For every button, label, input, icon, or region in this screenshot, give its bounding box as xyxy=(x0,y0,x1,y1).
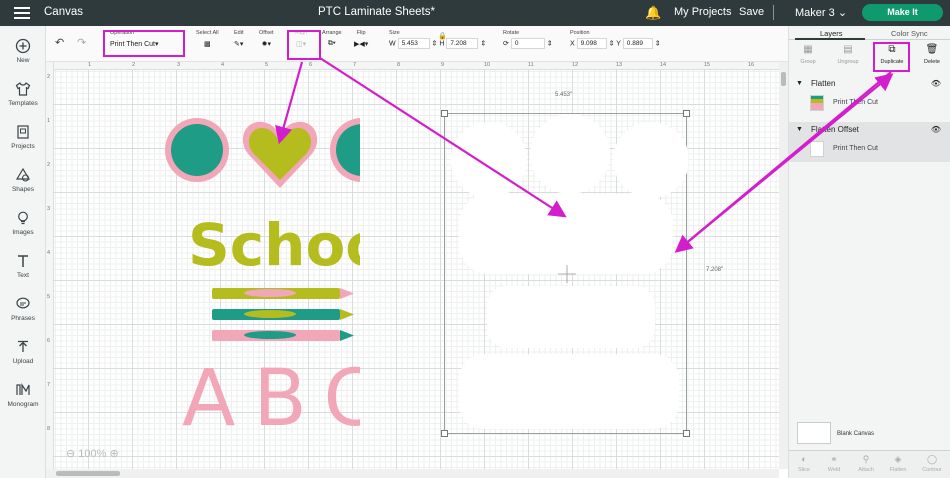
arrow-to-offset xyxy=(319,57,567,218)
arrow-to-duplicate xyxy=(677,73,894,251)
cricut-design-space-window: Canvas PTC Laminate Sheets* 🔔 My Project… xyxy=(0,0,950,478)
arrow-to-heart xyxy=(275,61,304,145)
annotation-arrows xyxy=(275,57,894,253)
